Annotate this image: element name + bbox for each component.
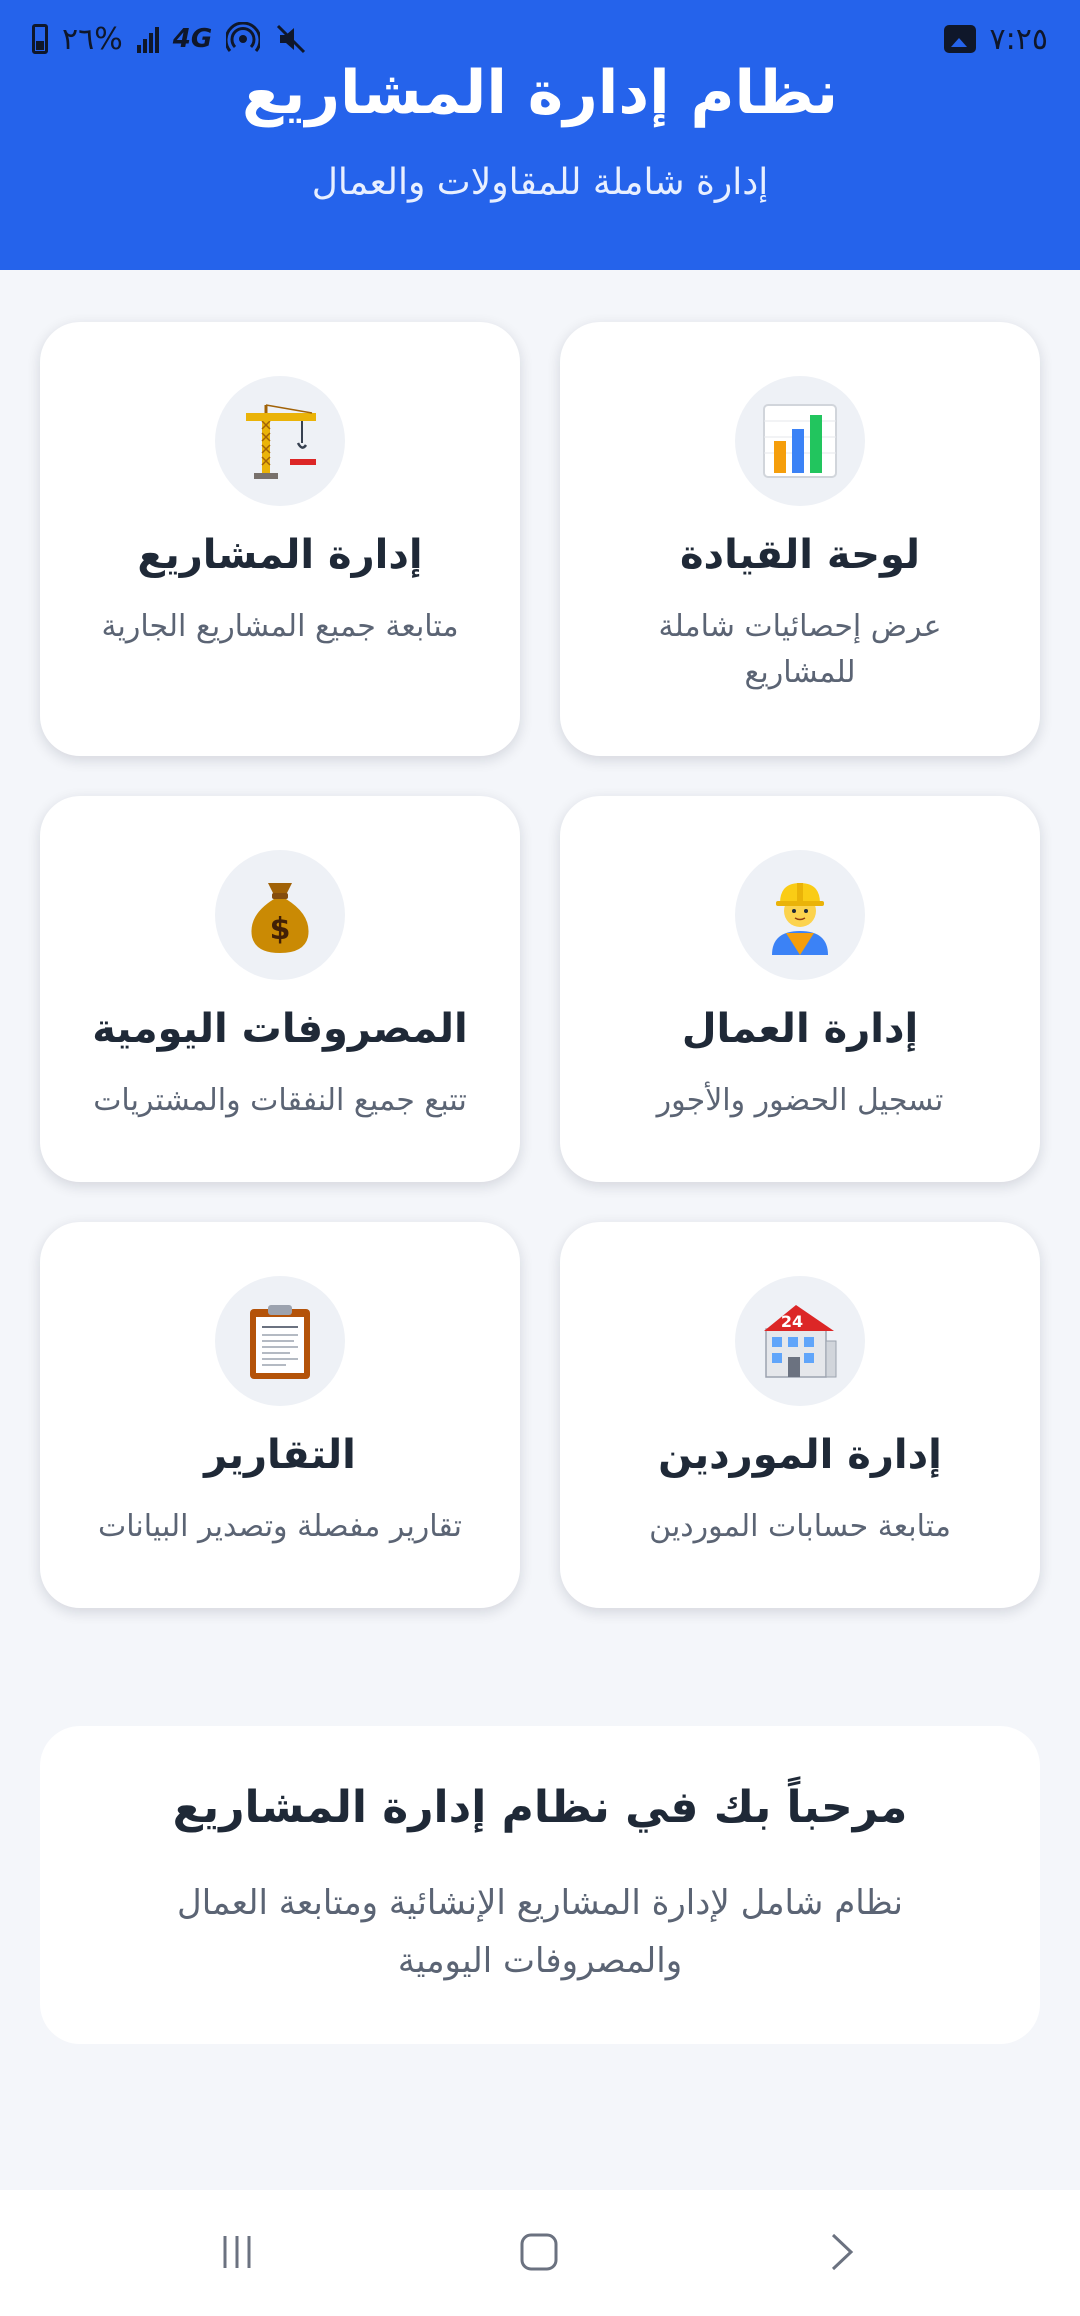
card-description: متابعة حسابات الموردين bbox=[649, 1509, 951, 1544]
status-bar: ٢٦% 4G ٧:٢٥ bbox=[32, 18, 1048, 60]
battery-icon bbox=[32, 24, 48, 54]
recent-apps-button[interactable] bbox=[192, 2212, 282, 2292]
chevron-right-icon bbox=[831, 2233, 854, 2271]
home-button[interactable] bbox=[494, 2212, 584, 2292]
card-icon-wrapper bbox=[735, 850, 865, 980]
card-description: متابعة جميع المشاريع الجارية bbox=[101, 609, 459, 644]
svg-text:24: 24 bbox=[781, 1312, 803, 1331]
reports-card[interactable]: التقارير تقارير مفصلة وتصدير البيانات bbox=[40, 1222, 520, 1608]
bar-chart-icon bbox=[763, 404, 837, 478]
page-subtitle: إدارة شاملة للمقاولات والعمال bbox=[311, 162, 769, 203]
status-bar-left: ٢٦% 4G bbox=[32, 22, 308, 57]
network-type: 4G bbox=[172, 24, 213, 54]
suppliers-card[interactable]: 24 إدارة الموردين متابعة حسابات الموردين bbox=[560, 1222, 1040, 1608]
card-icon-wrapper bbox=[215, 1276, 345, 1406]
card-icon-wrapper bbox=[215, 376, 345, 506]
workers-card[interactable]: إدارة العمال تسجيل الحضور والأجور bbox=[560, 796, 1040, 1182]
card-title: إدارة المشاريع bbox=[137, 532, 423, 578]
card-title: إدارة الموردين bbox=[658, 1432, 942, 1478]
building-icon: 24 bbox=[764, 1305, 837, 1378]
dashboard-card[interactable]: لوحة القيادة عرض إحصائيات شاملة للمشاريع bbox=[560, 322, 1040, 756]
status-bar-right: ٧:٢٥ bbox=[943, 21, 1048, 57]
card-title: التقارير bbox=[204, 1432, 356, 1478]
card-icon-wrapper: $ bbox=[215, 850, 345, 980]
card-icon-wrapper: 24 bbox=[735, 1276, 865, 1406]
back-button[interactable] bbox=[796, 2212, 886, 2292]
battery-level: ٢٦% bbox=[62, 21, 123, 57]
signal-icon bbox=[136, 25, 159, 53]
clipboard-icon bbox=[250, 1305, 310, 1379]
card-title: إدارة العمال bbox=[681, 1006, 919, 1052]
recent-apps-icon bbox=[223, 2236, 251, 2268]
welcome-title: مرحباً بك في نظام إدارة المشاريع bbox=[172, 1782, 908, 1833]
card-title: المصروفات اليومية bbox=[92, 1006, 468, 1052]
card-icon-wrapper bbox=[735, 376, 865, 506]
card-description: تسجيل الحضور والأجور bbox=[656, 1083, 944, 1118]
home-icon bbox=[520, 2233, 558, 2271]
crane-icon bbox=[246, 404, 316, 479]
page-title: نظام إدارة المشاريع bbox=[241, 58, 839, 128]
svg-text:$: $ bbox=[270, 912, 291, 947]
projects-card[interactable]: إدارة المشاريع متابعة جميع المشاريع الجا… bbox=[40, 322, 520, 756]
construction-worker-icon bbox=[772, 883, 828, 955]
welcome-text: نظام شامل لإدارة المشاريع الإنشائية ومتا… bbox=[177, 1883, 903, 1981]
system-navigation-bar bbox=[0, 2190, 1080, 2316]
hotspot-icon bbox=[226, 22, 261, 52]
card-description: عرض إحصائيات شاملة للمشاريع bbox=[658, 609, 942, 690]
welcome-panel: مرحباً بك في نظام إدارة المشاريع نظام شا… bbox=[40, 1726, 1040, 2044]
money-bag-icon: $ bbox=[251, 883, 309, 953]
card-description: تتبع جميع النفقات والمشتريات bbox=[93, 1083, 467, 1118]
card-description: تقارير مفصلة وتصدير البيانات bbox=[98, 1509, 462, 1544]
app-header: ٢٦% 4G ٧:٢٥ نظام إدارة المشاريع إدارة شا… bbox=[0, 0, 1080, 270]
mute-icon bbox=[277, 24, 306, 54]
status-time: ٧:٢٥ bbox=[989, 21, 1048, 57]
gallery-notification-icon bbox=[943, 25, 976, 53]
card-title: لوحة القيادة bbox=[679, 532, 921, 578]
expenses-card[interactable]: $ المصروفات اليومية تتبع جميع النفقات وا… bbox=[40, 796, 520, 1182]
